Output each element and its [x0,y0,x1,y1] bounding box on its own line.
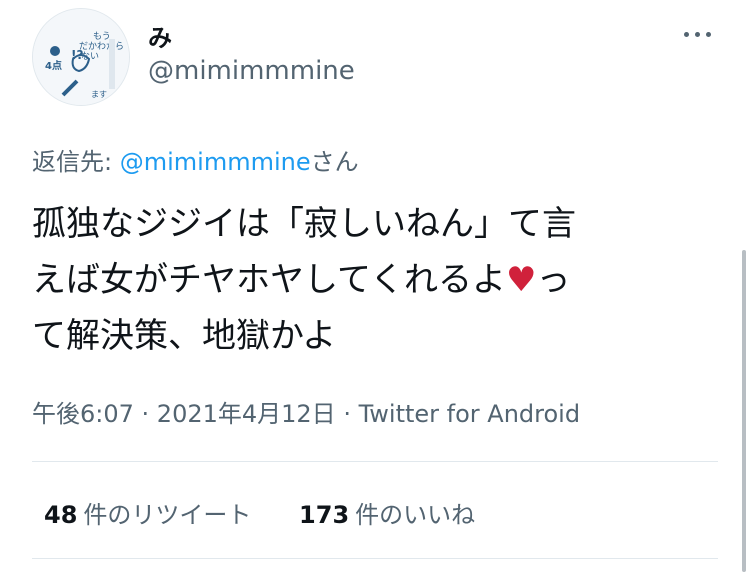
more-horizontal-icon[interactable] [684,24,718,44]
avatar[interactable]: もう だかわから ない 4点 !? ます [32,8,130,106]
svg-text:だかわから: だかわから [79,41,124,52]
tweet-line-part: っ [536,260,571,300]
likes-count: 173 [299,501,350,529]
tweet-stats: 48 件のリツイート 173 件のいいね [44,495,515,530]
retweets-label: 件のリツイート [83,501,252,529]
reply-mention-link[interactable]: @mimimmmine [120,148,311,176]
retweets-count: 48 [44,501,78,529]
scrollbar[interactable] [742,250,746,572]
tweet-source[interactable]: Twitter for Android [359,400,580,428]
svg-text:ます: ます [91,90,107,99]
reply-to-line: 返信先: @mimimmmineさん [32,142,359,177]
svg-text:4点: 4点 [45,59,62,72]
tweet-line: て解決策、地獄かよ [32,316,337,356]
svg-text:もう: もう [93,31,111,42]
likes-label: 件のいいね [355,501,476,529]
display-name[interactable]: み [148,18,172,53]
dot [695,31,700,37]
retweets-stat[interactable]: 48 件のリツイート [44,495,251,530]
tweet-line: 孤独なジジイは「寂しいねん」て言 [32,204,576,244]
divider [32,558,718,559]
divider [32,461,718,462]
likes-stat[interactable]: 173 件のいいね [299,495,475,530]
svg-text:!?: !? [71,48,83,62]
reply-suffix: さん [310,148,359,176]
tweet-date[interactable]: 2021年4月12日 [157,400,336,428]
dot [684,31,689,37]
meta-separator: · [133,400,157,428]
tweet-line-part: えば女がチヤホヤしてくれるよ [32,260,506,300]
tweet-time[interactable]: 午後6:07 [32,400,134,428]
heart-emoji-icon: ♥ [505,260,537,300]
tweet-meta: 午後6:07 · 2021年4月12日 · Twitter for Androi… [32,394,580,429]
dot [706,31,711,37]
reply-prefix: 返信先: [32,148,120,176]
tweet-text: 孤独なジジイは「寂しいねん」て言 えば女がチヤホヤしてくれるよ♥っ て解決策、地… [32,196,732,364]
user-handle[interactable]: @mimimmmine [148,56,355,86]
avatar-illustration: もう だかわから ない 4点 !? ます [33,9,129,105]
tweet-line: えば女がチヤホヤしてくれるよ♥っ [32,252,732,308]
meta-separator: · [335,400,359,428]
